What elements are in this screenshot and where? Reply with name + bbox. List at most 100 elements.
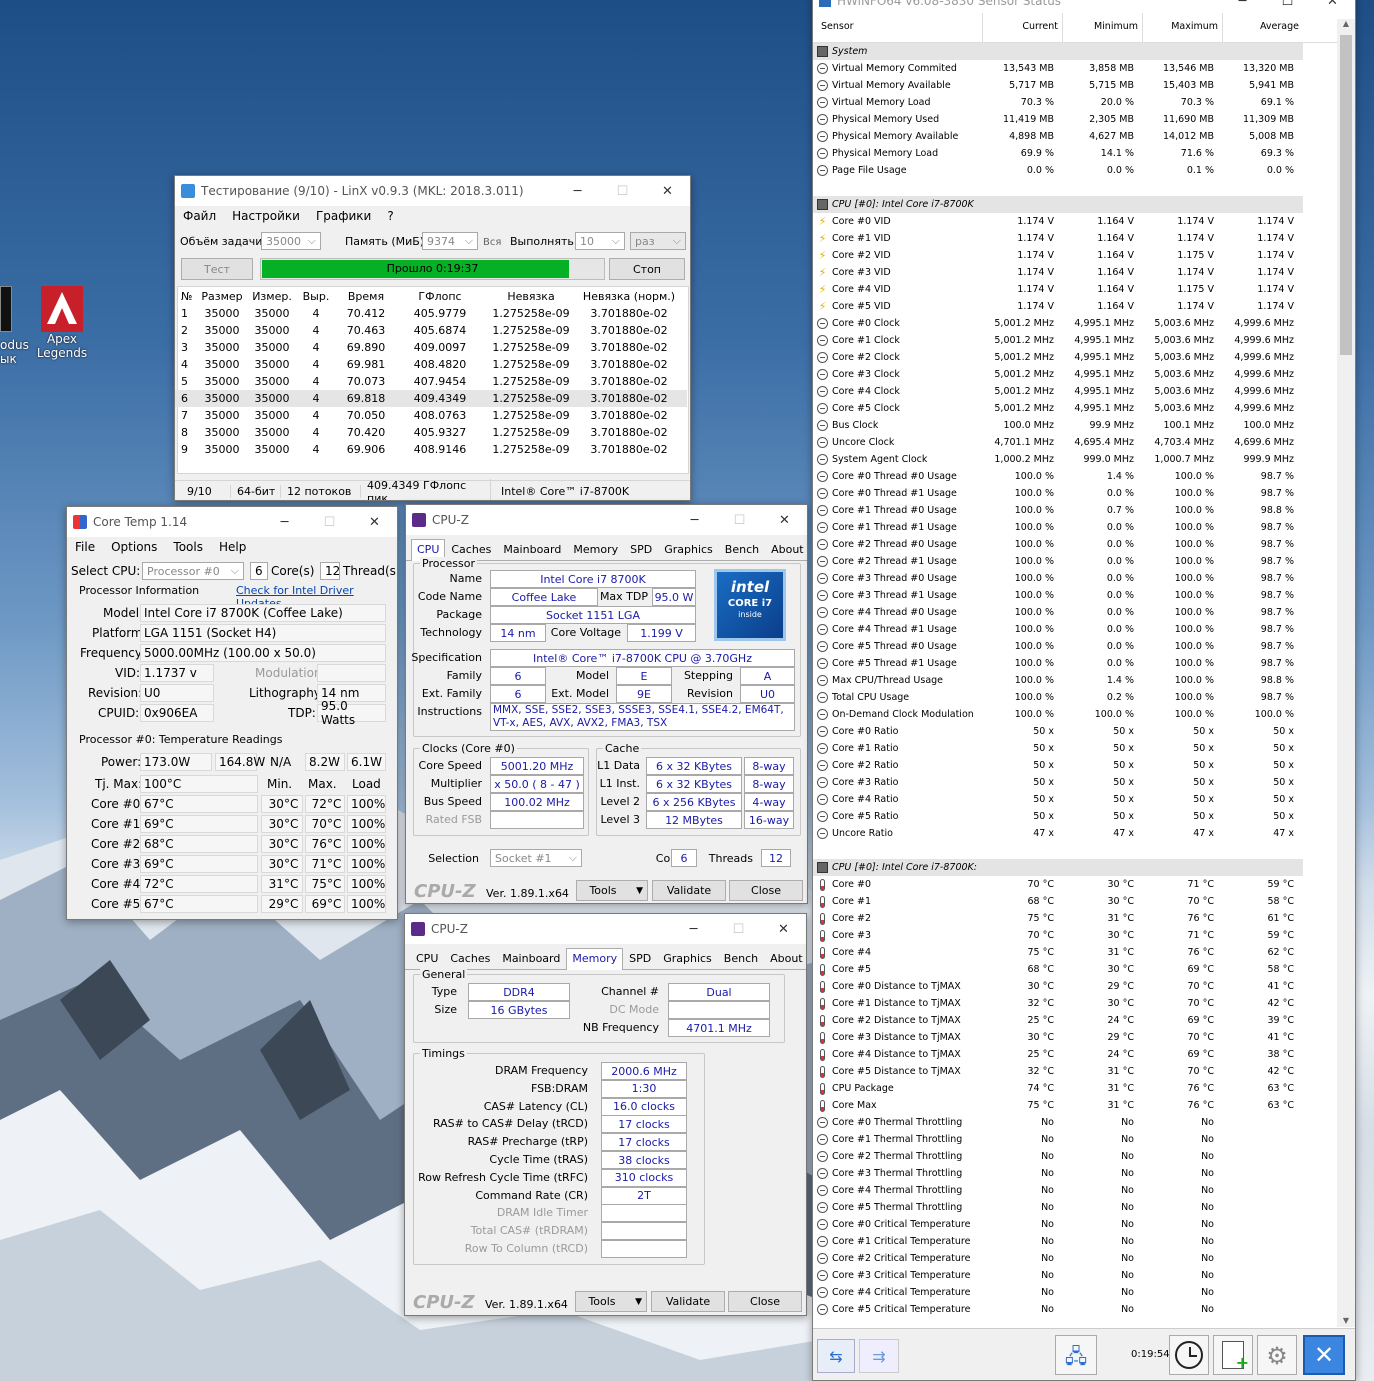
sensor-row[interactable]: Core #2 Clock 5,001.2 MHz 4,995.1 MHz 5,003…: [813, 349, 1333, 366]
sensor-row[interactable]: ⚡ Core #5 VID 1.174 V 1.164 V 1.174 V 1.174 V: [813, 298, 1333, 315]
sensor-row[interactable]: Core #3 Thermal Throttling No No No: [813, 1165, 1333, 1182]
menu-options[interactable]: Options: [111, 540, 157, 554]
sensor-row[interactable]: Core #4 Distance to TjMAX 25 °C 24 °C 69 °C…: [813, 1046, 1333, 1063]
table-row[interactable]: 4 35000 35000 4 69.981 408.4820 1.275258e-09 3.…: [175, 356, 687, 373]
sensor-row[interactable]: Core #4 Ratio 50 x 50 x 50 x 50 x: [813, 791, 1333, 808]
sensor-row[interactable]: ⚡ Core #0 VID 1.174 V 1.164 V 1.174 V 1.174 V: [813, 213, 1333, 230]
close-button[interactable]: ✕: [761, 914, 806, 944]
sensor-group-header[interactable]: CPU [#0]: Intel Core i7-8700K: ...: [813, 859, 1303, 876]
sensor-row[interactable]: CPU Package 74 °C 31 °C 76 °C 63 °C: [813, 1080, 1333, 1097]
sensor-row[interactable]: Core #2 75 °C 31 °C 76 °C 61 °C: [813, 910, 1333, 927]
scrollbar-thumb[interactable]: [1340, 35, 1352, 355]
sensor-row[interactable]: Core #5 68 °C 30 °C 69 °C 58 °C: [813, 961, 1333, 978]
menu-settings[interactable]: Настройки: [232, 209, 300, 223]
cpuz-cpu-titlebar[interactable]: CPU-Z ─ ☐ ✕: [406, 505, 807, 535]
sensor-row[interactable]: Core #0 Thread #1 Usage 100.0 % 0.0 % 100.0…: [813, 485, 1333, 502]
close-button[interactable]: ✕: [762, 505, 807, 535]
sensor-row[interactable]: Core #5 Thermal Throttling No No No: [813, 1199, 1333, 1216]
sensor-row[interactable]: Core #0 Distance to TjMAX 30 °C 29 °C 70 °C…: [813, 978, 1333, 995]
maximize-button[interactable]: ☐: [1265, 0, 1310, 13]
sensor-row[interactable]: Page File Usage 0.0 % 0.0 % 0.1 % 0.0 %: [813, 162, 1333, 179]
sensor-row[interactable]: ⚡ Core #2 VID 1.174 V 1.164 V 1.175 V 1.174 V: [813, 247, 1333, 264]
maximize-button[interactable]: ☐: [600, 176, 645, 206]
run-unit-combo[interactable]: раз ⌵: [630, 232, 686, 250]
sensor-row[interactable]: Virtual Memory Load 70.3 % 20.0 % 70.3 % 69.…: [813, 94, 1333, 111]
sensor-row[interactable]: Physical Memory Load 69.9 % 14.1 % 71.6 % 69…: [813, 145, 1333, 162]
sensor-row[interactable]: Core #3 Ratio 50 x 50 x 50 x 50 x: [813, 774, 1333, 791]
maximize-button[interactable]: ☐: [717, 505, 762, 535]
col-maximum[interactable]: Maximum: [1143, 10, 1223, 43]
table-row[interactable]: 3 35000 35000 4 69.890 409.0097 1.275258e-09 3.…: [175, 339, 687, 356]
sensor-row[interactable]: ⚡ Core #4 VID 1.174 V 1.164 V 1.175 V 1.174 V: [813, 281, 1333, 298]
sensor-row[interactable]: Core #4 Thermal Throttling No No No: [813, 1182, 1333, 1199]
menu-help[interactable]: Help: [219, 540, 246, 554]
tab-memory[interactable]: Memory: [566, 948, 624, 970]
close-button[interactable]: ✕: [1310, 0, 1355, 13]
sensor-row[interactable]: Core #5 Critical Temperature No No No: [813, 1301, 1333, 1318]
sensor-row[interactable]: Core Max 75 °C 31 °C 76 °C 63 °C: [813, 1097, 1333, 1114]
sensor-row[interactable]: Core #2 Thermal Throttling No No No: [813, 1148, 1333, 1165]
task-size-combo[interactable]: 35000 ⌵: [261, 232, 321, 250]
minimize-button[interactable]: ─: [555, 176, 600, 206]
select-cpu-combo[interactable]: Processor #0 ⌵: [142, 562, 244, 580]
minimize-button[interactable]: ─: [1220, 0, 1265, 13]
sensor-row[interactable]: Physical Memory Used 11,419 MB 2,305 MB 11,…: [813, 111, 1333, 128]
sensor-row[interactable]: Total CPU Usage 100.0 % 0.2 % 100.0 % 98.7 %: [813, 689, 1333, 706]
tab-memory[interactable]: Memory: [567, 539, 624, 560]
sensor-row[interactable]: Virtual Memory Commited 13,543 MB 3,858 MB…: [813, 60, 1333, 77]
sensor-row[interactable]: ⚡ Core #3 VID 1.174 V 1.164 V 1.174 V 1.174 V: [813, 264, 1333, 281]
sensor-row[interactable]: Core #5 Thread #0 Usage 100.0 % 0.0 % 100.0…: [813, 638, 1333, 655]
menu-file[interactable]: File: [75, 540, 95, 554]
sensor-row[interactable]: Core #2 Thread #1 Usage 100.0 % 0.0 % 100.0…: [813, 553, 1333, 570]
menu-graphs[interactable]: Графики: [316, 209, 371, 223]
sensor-row[interactable]: Physical Memory Available 4,898 MB 4,627 M…: [813, 128, 1333, 145]
sensor-row[interactable]: Bus Clock 100.0 MHz 99.9 MHz 100.1 MHz 100.0…: [813, 417, 1333, 434]
sensor-row[interactable]: Uncore Ratio 47 x 47 x 47 x 47 x: [813, 825, 1333, 842]
tab-bench[interactable]: Bench: [719, 539, 765, 560]
sensor-row[interactable]: Core #2 Ratio 50 x 50 x 50 x 50 x: [813, 757, 1333, 774]
scroll-down-icon[interactable]: ▼: [1337, 1316, 1355, 1325]
minimize-button[interactable]: ─: [671, 914, 716, 944]
tab-cpu[interactable]: CPU: [410, 948, 444, 969]
desktop-icon-odus[interactable]: odus ык: [0, 286, 29, 366]
sensor-row[interactable]: Core #1 Thread #1 Usage 100.0 % 0.0 % 100.0…: [813, 519, 1333, 536]
tab-bench[interactable]: Bench: [718, 948, 764, 969]
nav-arrows-left-right-icon[interactable]: ⇆: [817, 1339, 855, 1373]
validate-button[interactable]: Validate: [652, 880, 726, 901]
run-count-combo[interactable]: 10 ⌵: [575, 232, 625, 250]
tab-about[interactable]: About: [765, 539, 807, 560]
sensor-row[interactable]: Core #3 Thread #1 Usage 100.0 % 0.0 % 100.0…: [813, 587, 1333, 604]
sensor-row[interactable]: Max CPU/Thread Usage 100.0 % 1.4 % 100.0 % 9…: [813, 672, 1333, 689]
table-row[interactable]: 8 35000 35000 4 70.420 405.9327 1.275258e-09 3.…: [175, 424, 687, 441]
nav-arrows-collapse-icon[interactable]: ⇉: [859, 1339, 899, 1373]
tab-graphics[interactable]: Graphics: [657, 948, 718, 969]
sensor-row[interactable]: Core #5 Ratio 50 x 50 x 50 x 50 x: [813, 808, 1333, 825]
sensor-row[interactable]: Core #1 Distance to TjMAX 32 °C 30 °C 70 °C…: [813, 995, 1333, 1012]
close-button[interactable]: ✕: [645, 176, 690, 206]
menu-help[interactable]: ?: [387, 209, 393, 223]
memory-combo[interactable]: 9374 ⌵: [422, 232, 478, 250]
sensor-row[interactable]: Core #1 Thread #0 Usage 100.0 % 0.7 % 100.0…: [813, 502, 1333, 519]
table-row[interactable]: 6 35000 35000 4 69.818 409.4349 1.275258e-09 3.…: [175, 390, 687, 407]
tools-button[interactable]: Tools ▼: [576, 880, 648, 901]
cpuz-mem-titlebar[interactable]: CPU-Z ─ ☐ ✕: [405, 914, 806, 944]
col-minimum[interactable]: Minimum: [1063, 10, 1143, 43]
tab-caches[interactable]: Caches: [444, 948, 496, 969]
sensor-row[interactable]: Core #0 Critical Temperature No No No: [813, 1216, 1333, 1233]
sensor-row[interactable]: Core #0 Clock 5,001.2 MHz 4,995.1 MHz 5,003…: [813, 315, 1333, 332]
tab-mainboard[interactable]: Mainboard: [497, 539, 567, 560]
sensor-row[interactable]: Core #0 70 °C 30 °C 71 °C 59 °C: [813, 876, 1333, 893]
tools-button[interactable]: Tools ▼: [575, 1291, 647, 1312]
sensor-row[interactable]: Core #2 Critical Temperature No No No: [813, 1250, 1333, 1267]
sensor-row[interactable]: Core #0 Ratio 50 x 50 x 50 x 50 x: [813, 723, 1333, 740]
menu-file[interactable]: Файл: [183, 209, 216, 223]
sensor-group-header[interactable]: System: [813, 43, 1303, 60]
sensor-row[interactable]: Core #4 Clock 5,001.2 MHz 4,995.1 MHz 5,003…: [813, 383, 1333, 400]
close-button[interactable]: Close: [728, 1291, 802, 1312]
all-memory-label[interactable]: Вся: [483, 237, 501, 248]
scroll-up-icon[interactable]: ▲: [1337, 19, 1355, 33]
sensor-row[interactable]: Core #3 Thread #0 Usage 100.0 % 0.0 % 100.0…: [813, 570, 1333, 587]
sensor-row[interactable]: Core #1 Critical Temperature No No No: [813, 1233, 1333, 1250]
sensor-row[interactable]: Core #3 Distance to TjMAX 30 °C 29 °C 70 °C…: [813, 1029, 1333, 1046]
coretemp-titlebar[interactable]: Core Temp 1.14 ─ ☐ ✕: [67, 507, 397, 537]
